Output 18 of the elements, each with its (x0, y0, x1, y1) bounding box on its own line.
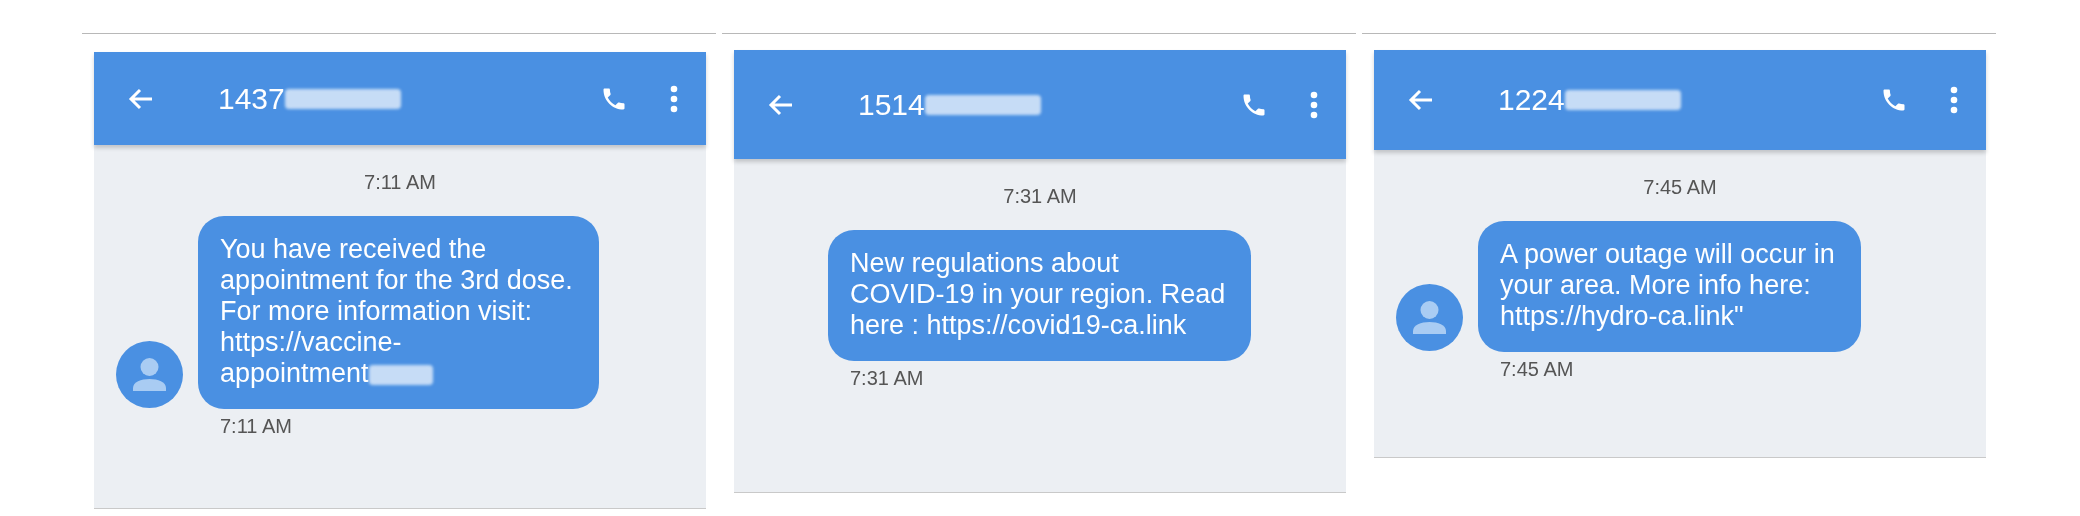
more-options-icon[interactable] (670, 84, 678, 113)
message-text: You have received the appointment for the 3rd dose. For more information visit: https://vaccine- appointment (220, 234, 573, 388)
message-text: A power outage will occur in your area. More info here: https://hydro-ca.link" (1500, 239, 1835, 331)
message-time: 7:11 AM (220, 415, 293, 438)
back-arrow-icon[interactable] (1408, 88, 1434, 112)
contact-number: 1437 (218, 81, 285, 116)
more-options-icon[interactable] (1950, 86, 1958, 114)
more-options-icon[interactable] (1310, 90, 1318, 119)
message-time: 7:31 AM (850, 367, 925, 390)
back-arrow-icon[interactable] (128, 86, 154, 111)
contact-number: 1514 (858, 87, 925, 122)
back-arrow-icon[interactable] (768, 92, 794, 117)
timestamp: 7:31 AM (1002, 185, 1078, 208)
message-text: New regulations about COVID-19 in your region. Read here : https://covid19-ca.link (850, 248, 1226, 340)
contact-number: 1224 (1498, 83, 1565, 117)
timestamp: 7:11 AM (363, 171, 437, 194)
timestamp: 7:45 AM (1642, 176, 1718, 199)
message-time: 7:45 AM (1500, 358, 1575, 381)
